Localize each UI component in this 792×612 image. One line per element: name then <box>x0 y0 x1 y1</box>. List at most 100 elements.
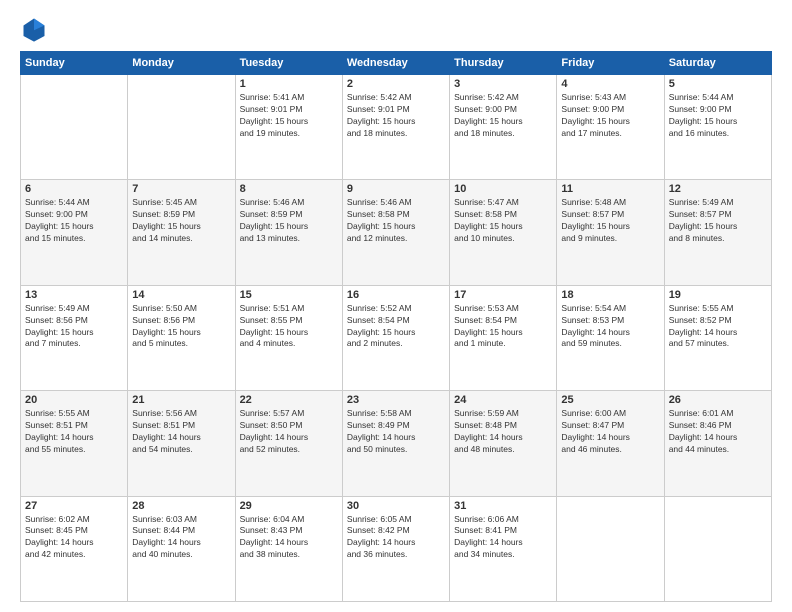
day-number: 23 <box>347 394 445 406</box>
calendar-cell <box>21 75 128 180</box>
day-info: Sunrise: 6:04 AM Sunset: 8:43 PM Dayligh… <box>240 514 338 562</box>
day-number: 28 <box>132 500 230 512</box>
day-number: 27 <box>25 500 123 512</box>
day-info: Sunrise: 5:49 AM Sunset: 8:56 PM Dayligh… <box>25 303 123 351</box>
calendar-cell: 2 Sunrise: 5:42 AM Sunset: 9:01 PM Daylig… <box>342 75 449 180</box>
weekday-header-friday: Friday <box>557 52 664 75</box>
day-info: Sunrise: 5:55 AM Sunset: 8:52 PM Dayligh… <box>669 303 767 351</box>
day-number: 30 <box>347 500 445 512</box>
day-info: Sunrise: 5:46 AM Sunset: 8:59 PM Dayligh… <box>240 197 338 245</box>
calendar-cell: 11Sunrise: 5:48 AM Sunset: 8:57 PM Dayli… <box>557 180 664 285</box>
day-number: 10 <box>454 183 552 195</box>
calendar-cell: 26 Sunrise: 6:01 AM Sunset: 8:46 PM Dayli… <box>664 391 771 496</box>
calendar-cell: 25 Sunrise: 6:00 AM Sunset: 8:47 PM Dayli… <box>557 391 664 496</box>
calendar-week-1: 1Sunrise: 5:41 AM Sunset: 9:01 PM Daylig… <box>21 75 772 180</box>
weekday-header-wednesday: Wednesday <box>342 52 449 75</box>
day-info: Sunrise: 6:06 AM Sunset: 8:41 PM Dayligh… <box>454 514 552 562</box>
calendar-cell: 12 Sunrise: 5:49 AM Sunset: 8:57 PM Dayli… <box>664 180 771 285</box>
day-info: Sunrise: 5:46 AM Sunset: 8:58 PM Dayligh… <box>347 197 445 245</box>
day-info: Sunrise: 6:00 AM Sunset: 8:47 PM Dayligh… <box>561 408 659 456</box>
calendar-cell: 19 Sunrise: 5:55 AM Sunset: 8:52 PM Dayli… <box>664 285 771 390</box>
day-info: Sunrise: 5:50 AM Sunset: 8:56 PM Dayligh… <box>132 303 230 351</box>
day-number: 5 <box>669 78 767 90</box>
calendar-table: SundayMondayTuesdayWednesdayThursdayFrid… <box>20 51 772 602</box>
day-info: Sunrise: 5:53 AM Sunset: 8:54 PM Dayligh… <box>454 303 552 351</box>
day-info: Sunrise: 5:42 AM Sunset: 9:01 PM Dayligh… <box>347 92 445 140</box>
weekday-header-saturday: Saturday <box>664 52 771 75</box>
weekday-header-tuesday: Tuesday <box>235 52 342 75</box>
day-number: 9 <box>347 183 445 195</box>
calendar-cell: 21 Sunrise: 5:56 AM Sunset: 8:51 PM Dayli… <box>128 391 235 496</box>
day-number: 20 <box>25 394 123 406</box>
calendar-cell <box>557 496 664 601</box>
day-info: Sunrise: 6:01 AM Sunset: 8:46 PM Dayligh… <box>669 408 767 456</box>
day-info: Sunrise: 5:48 AM Sunset: 8:57 PM Dayligh… <box>561 197 659 245</box>
weekday-header-monday: Monday <box>128 52 235 75</box>
day-number: 31 <box>454 500 552 512</box>
day-number: 8 <box>240 183 338 195</box>
day-info: Sunrise: 5:59 AM Sunset: 8:48 PM Dayligh… <box>454 408 552 456</box>
day-info: Sunrise: 5:45 AM Sunset: 8:59 PM Dayligh… <box>132 197 230 245</box>
day-info: Sunrise: 5:58 AM Sunset: 8:49 PM Dayligh… <box>347 408 445 456</box>
day-info: Sunrise: 5:44 AM Sunset: 9:00 PM Dayligh… <box>25 197 123 245</box>
day-number: 24 <box>454 394 552 406</box>
page: SundayMondayTuesdayWednesdayThursdayFrid… <box>0 0 792 612</box>
calendar-cell: 29 Sunrise: 6:04 AM Sunset: 8:43 PM Dayli… <box>235 496 342 601</box>
day-number: 22 <box>240 394 338 406</box>
calendar-cell: 14 Sunrise: 5:50 AM Sunset: 8:56 PM Dayli… <box>128 285 235 390</box>
day-number: 4 <box>561 78 659 90</box>
calendar-cell: 22Sunrise: 5:57 AM Sunset: 8:50 PM Dayli… <box>235 391 342 496</box>
day-info: Sunrise: 6:03 AM Sunset: 8:44 PM Dayligh… <box>132 514 230 562</box>
day-number: 29 <box>240 500 338 512</box>
day-number: 21 <box>132 394 230 406</box>
day-number: 15 <box>240 289 338 301</box>
day-info: Sunrise: 5:54 AM Sunset: 8:53 PM Dayligh… <box>561 303 659 351</box>
calendar-week-4: 20 Sunrise: 5:55 AM Sunset: 8:51 PM Dayli… <box>21 391 772 496</box>
day-number: 1 <box>240 78 338 90</box>
day-info: Sunrise: 5:56 AM Sunset: 8:51 PM Dayligh… <box>132 408 230 456</box>
calendar-cell: 24 Sunrise: 5:59 AM Sunset: 8:48 PM Dayli… <box>450 391 557 496</box>
calendar-cell: 27 Sunrise: 6:02 AM Sunset: 8:45 PM Dayli… <box>21 496 128 601</box>
calendar-cell: 8 Sunrise: 5:46 AM Sunset: 8:59 PM Daylig… <box>235 180 342 285</box>
calendar-week-3: 13 Sunrise: 5:49 AM Sunset: 8:56 PM Dayli… <box>21 285 772 390</box>
calendar-cell: 20 Sunrise: 5:55 AM Sunset: 8:51 PM Dayli… <box>21 391 128 496</box>
day-info: Sunrise: 5:51 AM Sunset: 8:55 PM Dayligh… <box>240 303 338 351</box>
day-info: Sunrise: 5:44 AM Sunset: 9:00 PM Dayligh… <box>669 92 767 140</box>
day-info: Sunrise: 5:52 AM Sunset: 8:54 PM Dayligh… <box>347 303 445 351</box>
weekday-header-thursday: Thursday <box>450 52 557 75</box>
day-info: Sunrise: 5:47 AM Sunset: 8:58 PM Dayligh… <box>454 197 552 245</box>
calendar-cell: 5 Sunrise: 5:44 AM Sunset: 9:00 PM Daylig… <box>664 75 771 180</box>
day-number: 19 <box>669 289 767 301</box>
day-info: Sunrise: 5:49 AM Sunset: 8:57 PM Dayligh… <box>669 197 767 245</box>
day-info: Sunrise: 6:02 AM Sunset: 8:45 PM Dayligh… <box>25 514 123 562</box>
day-number: 2 <box>347 78 445 90</box>
calendar-cell: 13 Sunrise: 5:49 AM Sunset: 8:56 PM Dayli… <box>21 285 128 390</box>
day-info: Sunrise: 5:55 AM Sunset: 8:51 PM Dayligh… <box>25 408 123 456</box>
day-info: Sunrise: 5:43 AM Sunset: 9:00 PM Dayligh… <box>561 92 659 140</box>
day-number: 3 <box>454 78 552 90</box>
day-number: 26 <box>669 394 767 406</box>
calendar-cell: 10 Sunrise: 5:47 AM Sunset: 8:58 PM Dayli… <box>450 180 557 285</box>
day-number: 12 <box>669 183 767 195</box>
day-number: 16 <box>347 289 445 301</box>
day-number: 18 <box>561 289 659 301</box>
logo <box>20 15 52 43</box>
calendar-cell: 23 Sunrise: 5:58 AM Sunset: 8:49 PM Dayli… <box>342 391 449 496</box>
calendar-cell: 18 Sunrise: 5:54 AM Sunset: 8:53 PM Dayli… <box>557 285 664 390</box>
weekday-header-row: SundayMondayTuesdayWednesdayThursdayFrid… <box>21 52 772 75</box>
day-number: 17 <box>454 289 552 301</box>
day-number: 7 <box>132 183 230 195</box>
calendar-cell <box>664 496 771 601</box>
calendar-cell: 31 Sunrise: 6:06 AM Sunset: 8:41 PM Dayli… <box>450 496 557 601</box>
day-info: Sunrise: 6:05 AM Sunset: 8:42 PM Dayligh… <box>347 514 445 562</box>
calendar-cell: 16 Sunrise: 5:52 AM Sunset: 8:54 PM Dayli… <box>342 285 449 390</box>
logo-icon <box>20 15 48 43</box>
day-number: 13 <box>25 289 123 301</box>
day-info: Sunrise: 5:42 AM Sunset: 9:00 PM Dayligh… <box>454 92 552 140</box>
weekday-header-sunday: Sunday <box>21 52 128 75</box>
calendar-cell: 9 Sunrise: 5:46 AM Sunset: 8:58 PM Daylig… <box>342 180 449 285</box>
calendar-cell: 1Sunrise: 5:41 AM Sunset: 9:01 PM Daylig… <box>235 75 342 180</box>
day-number: 14 <box>132 289 230 301</box>
calendar-cell: 6Sunrise: 5:44 AM Sunset: 9:00 PM Daylig… <box>21 180 128 285</box>
day-number: 25 <box>561 394 659 406</box>
